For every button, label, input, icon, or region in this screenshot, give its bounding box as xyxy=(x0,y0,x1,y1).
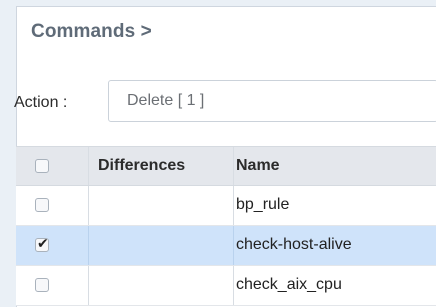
page-frame: Commands > Action : Delete [ 1 ] Differe… xyxy=(0,0,436,307)
column-divider xyxy=(233,226,234,265)
check-icon: ✔ xyxy=(37,235,49,251)
table-row[interactable]: check_aix_cpu xyxy=(16,266,436,306)
table-row[interactable]: bp_rule xyxy=(16,186,436,226)
column-divider xyxy=(233,186,234,225)
column-divider xyxy=(88,226,89,265)
command-name[interactable]: check_aix_cpu xyxy=(236,276,342,294)
breadcrumb[interactable]: Commands > xyxy=(31,21,152,43)
table-header: Differences Name xyxy=(16,146,436,186)
select-all-checkbox[interactable] xyxy=(35,159,49,173)
header-differences[interactable]: Differences xyxy=(98,157,185,175)
column-divider xyxy=(88,186,89,225)
column-divider xyxy=(88,147,89,185)
column-divider xyxy=(233,266,234,305)
command-name[interactable]: check-host-alive xyxy=(236,236,352,254)
commands-table: Differences Name bp_rule ✔ check-host-al… xyxy=(16,146,436,306)
command-name[interactable]: bp_rule xyxy=(236,196,289,214)
row-checkbox[interactable] xyxy=(35,278,49,292)
row-checkbox[interactable] xyxy=(35,198,49,212)
table-row[interactable]: ✔ check-host-alive xyxy=(16,226,436,266)
action-selected-value: Delete [ 1 ] xyxy=(127,92,205,109)
header-name[interactable]: Name xyxy=(236,157,280,175)
action-select[interactable]: Delete [ 1 ] xyxy=(108,80,436,122)
action-label: Action : xyxy=(14,94,68,111)
column-divider xyxy=(88,266,89,305)
column-divider xyxy=(233,147,234,185)
row-checkbox[interactable]: ✔ xyxy=(35,235,49,252)
